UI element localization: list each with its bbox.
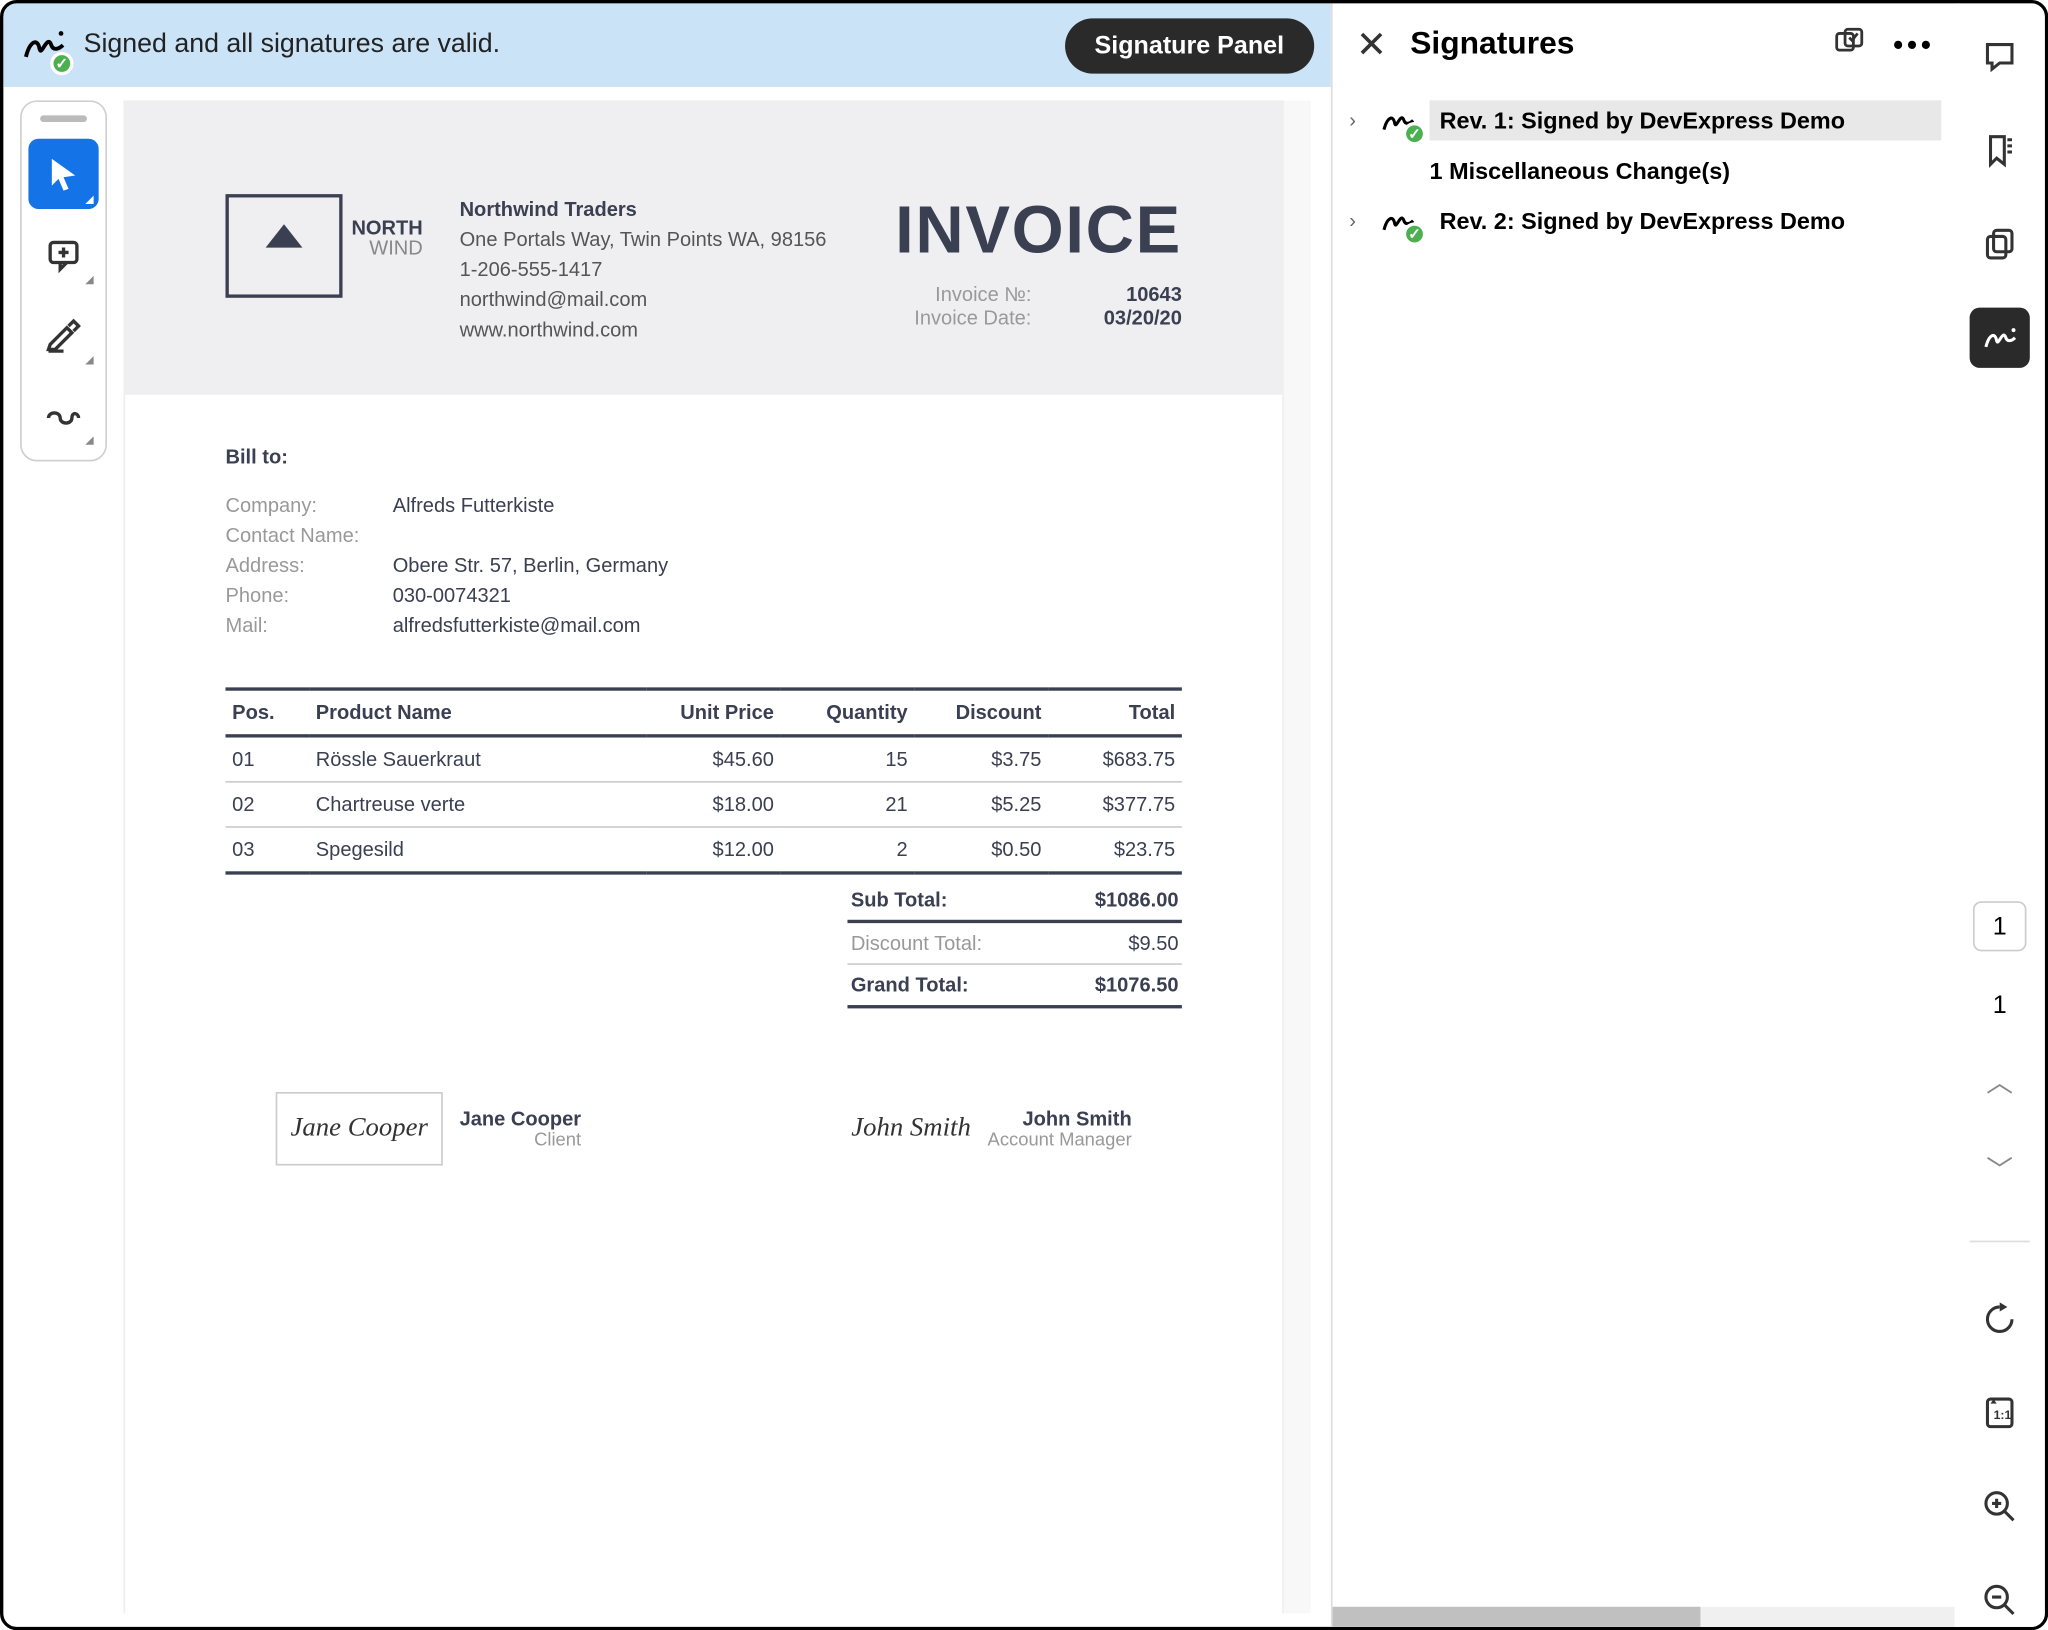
signature-panel-button[interactable]: Signature Panel bbox=[1064, 18, 1314, 73]
company-logo-text: NORTH WIND bbox=[352, 217, 423, 257]
document-viewport[interactable]: NORTH WIND Northwind Traders One Portals… bbox=[124, 100, 1311, 1613]
signature-valid-icon bbox=[1376, 102, 1419, 139]
svg-text:1:1: 1:1 bbox=[1994, 1408, 2012, 1422]
line-items-table: Pos. Product Name Unit Price Quantity Di… bbox=[226, 687, 1182, 874]
copy-icon[interactable] bbox=[1970, 214, 2030, 274]
client-signature: Jane Cooper Jane Cooper Client bbox=[276, 1092, 581, 1166]
page-down-icon[interactable]: ﹀ bbox=[1980, 1140, 2020, 1194]
signatures-panel: ✕ Signatures ••• › Rev. 1: Signed by Dev… bbox=[1331, 3, 1960, 1630]
document-page: NORTH WIND Northwind Traders One Portals… bbox=[124, 100, 1284, 1613]
page-current-input[interactable]: 1 bbox=[1973, 901, 2027, 951]
signatures-icon[interactable] bbox=[1970, 308, 2030, 368]
invoice-meta: Invoice №:10643 Invoice Date:03/20/20 bbox=[895, 283, 1182, 330]
comments-icon[interactable] bbox=[1970, 27, 2030, 87]
signature-change-item[interactable]: 1 Miscellaneous Change(s) bbox=[1423, 147, 1945, 194]
table-row: 03Spegesild $12.002 $0.50$23.75 bbox=[226, 827, 1182, 873]
actual-size-icon[interactable]: 1:1 bbox=[1970, 1383, 2030, 1443]
signature-valid-icon bbox=[1376, 202, 1419, 239]
bookmarks-icon[interactable] bbox=[1970, 120, 2030, 180]
signature-revision-item[interactable]: › Rev. 1: Signed by DevExpress Demo bbox=[1346, 94, 1945, 148]
table-row: 02Chartreuse verte $18.0021 $5.25$377.75 bbox=[226, 782, 1182, 827]
chevron-right-icon[interactable]: › bbox=[1349, 209, 1366, 232]
select-tool-button[interactable] bbox=[28, 139, 98, 209]
zoom-out-icon[interactable] bbox=[1970, 1570, 2030, 1630]
signature-revision-item[interactable]: › Rev. 2: Signed by DevExpress Demo bbox=[1346, 194, 1945, 248]
signatures-panel-title: Signatures bbox=[1410, 27, 1809, 64]
panel-horizontal-scrollbar[interactable] bbox=[1333, 1607, 1958, 1630]
signature-banner: Signed and all signatures are valid. Sig… bbox=[3, 3, 1331, 87]
more-icon[interactable]: ••• bbox=[1893, 28, 1935, 63]
table-row: 01Rössle Sauerkraut $45.6015 $3.75$683.7… bbox=[226, 736, 1182, 782]
totals-block: Sub Total:$1086.00 Discount Total:$9.50 … bbox=[848, 879, 1182, 1008]
tool-toolbar bbox=[20, 100, 107, 461]
invoice-title: INVOICE bbox=[895, 194, 1182, 269]
bill-to-label: Bill to: bbox=[226, 445, 1182, 468]
validate-all-icon[interactable] bbox=[1833, 24, 1866, 66]
note-tool-button[interactable] bbox=[28, 219, 98, 289]
right-rail: 1 1 ︿ ﹀ 1:1 bbox=[1955, 3, 2045, 1630]
draw-tool-button[interactable] bbox=[28, 380, 98, 450]
signature-banner-text: Signed and all signatures are valid. bbox=[84, 30, 1048, 60]
signature-valid-icon bbox=[20, 22, 67, 69]
chevron-right-icon[interactable]: › bbox=[1349, 109, 1366, 132]
highlight-tool-button[interactable] bbox=[28, 299, 98, 369]
company-info: Northwind Traders One Portals Way, Twin … bbox=[460, 194, 827, 344]
bill-to-grid: Company:Alfreds Futterkiste Contact Name… bbox=[226, 493, 1182, 637]
zoom-in-icon[interactable] bbox=[1970, 1476, 2030, 1536]
close-icon[interactable]: ✕ bbox=[1356, 23, 1387, 66]
page-up-icon[interactable]: ︿ bbox=[1980, 1053, 2020, 1107]
page-total-label: 1 bbox=[1993, 991, 2007, 1019]
manager-signature: John Smith John Smith Account Manager bbox=[851, 1092, 1132, 1166]
toolbar-drag-handle[interactable] bbox=[40, 115, 87, 122]
rotate-icon[interactable] bbox=[1970, 1289, 2030, 1349]
company-logo bbox=[226, 194, 343, 298]
